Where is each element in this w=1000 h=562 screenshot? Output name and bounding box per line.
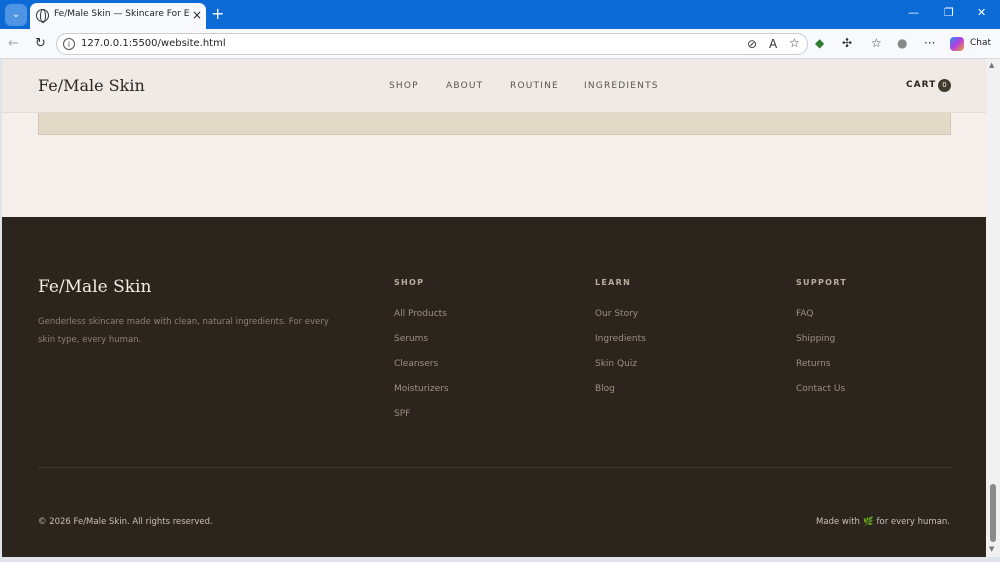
footer-logo[interactable]: Fe/Male Skin — [38, 277, 151, 297]
vertical-scrollbar[interactable]: ▲ ▼ — [986, 59, 1000, 557]
footer-heading-support: SUPPORT — [796, 278, 848, 287]
page-viewport: Fe/Male Skin SHOP ABOUT ROUTINE INGREDIE… — [2, 59, 986, 557]
cart-link[interactable]: CART — [906, 80, 936, 90]
site-footer: Fe/Male Skin Genderless skincare made wi… — [2, 217, 986, 557]
extension-icon[interactable]: ◆ — [815, 36, 824, 50]
copilot-chat-button[interactable]: Chat — [946, 34, 992, 54]
refresh-button[interactable]: ↻ — [35, 36, 46, 51]
scroll-down-arrow-icon[interactable]: ▼ — [989, 545, 994, 553]
site-logo[interactable]: Fe/Male Skin — [38, 76, 145, 95]
browser-titlebar: ⌄ Fe/Male Skin — Skincare For Every × + … — [0, 0, 1000, 29]
footer-link-shipping[interactable]: Shipping — [796, 334, 835, 344]
footer-link-serums[interactable]: Serums — [394, 334, 428, 344]
made-with-suffix: for every human. — [876, 517, 950, 527]
made-with-text: Made with 🌿 for every human. — [816, 517, 950, 527]
nav-link-routine[interactable]: ROUTINE — [510, 81, 559, 91]
back-button[interactable]: ← — [8, 36, 19, 51]
read-aloud-icon[interactable]: A — [769, 37, 777, 51]
globe-icon — [36, 9, 49, 23]
browser-tab[interactable]: Fe/Male Skin — Skincare For Every × — [30, 3, 206, 29]
footer-link-ingredients[interactable]: Ingredients — [595, 334, 646, 344]
chevron-down-icon: ⌄ — [11, 9, 21, 20]
footer-link-contact-us[interactable]: Contact Us — [796, 384, 845, 394]
scroll-up-arrow-icon[interactable]: ▲ — [989, 61, 994, 69]
footer-heading-shop: SHOP — [394, 278, 425, 287]
leaf-icon: 🌿 — [862, 517, 874, 527]
nav-link-about[interactable]: ABOUT — [446, 81, 483, 91]
section-strip — [38, 113, 951, 135]
footer-link-spf[interactable]: SPF — [394, 409, 410, 419]
footer-divider — [38, 467, 951, 468]
footer-link-faq[interactable]: FAQ — [796, 309, 813, 319]
made-with-prefix: Made with — [816, 517, 860, 527]
plus-icon: + — [211, 4, 225, 23]
footer-link-returns[interactable]: Returns — [796, 359, 831, 369]
cart-count-badge: 0 — [938, 79, 951, 92]
favorites-icon[interactable]: ☆ — [871, 36, 882, 50]
profile-avatar-icon[interactable]: ● — [897, 36, 907, 50]
nav-link-shop[interactable]: SHOP — [389, 81, 419, 91]
chat-label: Chat — [970, 38, 992, 48]
close-window-button[interactable]: ✕ — [977, 6, 986, 19]
tab-actions-menu-button[interactable]: ⌄ — [5, 4, 27, 26]
copyright-text: © 2026 Fe/Male Skin. All rights reserved… — [38, 517, 213, 527]
site-header: Fe/Male Skin SHOP ABOUT ROUTINE INGREDIE… — [2, 59, 986, 113]
new-tab-button[interactable]: + — [211, 5, 224, 23]
close-tab-icon[interactable]: × — [192, 8, 202, 22]
more-options-icon[interactable]: ··· — [924, 36, 935, 50]
scrollbar-thumb[interactable] — [990, 484, 996, 542]
window-bottom-edge — [0, 557, 1000, 562]
footer-link-cleansers[interactable]: Cleansers — [394, 359, 438, 369]
footer-tagline: Genderless skincare made with clean, nat… — [38, 317, 329, 345]
info-icon[interactable]: i — [63, 38, 75, 50]
footer-link-skin-quiz[interactable]: Skin Quiz — [595, 359, 637, 369]
tab-title: Fe/Male Skin — Skincare For Every — [54, 9, 190, 19]
browser-toolbar: ← ↻ i 127.0.0.1:5500/website.html ⊘ A ☆ … — [0, 29, 1000, 59]
minimize-button[interactable]: — — [908, 6, 919, 19]
favorite-star-icon[interactable]: ☆ — [789, 36, 800, 50]
footer-link-our-story[interactable]: Our Story — [595, 309, 638, 319]
extensions-puzzle-icon[interactable]: ✣ — [842, 36, 852, 50]
nav-link-ingredients[interactable]: INGREDIENTS — [584, 81, 659, 91]
footer-link-blog[interactable]: Blog — [595, 384, 615, 394]
address-bar[interactable]: i 127.0.0.1:5500/website.html ⊘ A ☆ — [56, 33, 808, 55]
footer-link-moisturizers[interactable]: Moisturizers — [394, 384, 449, 394]
url-text: 127.0.0.1:5500/website.html — [81, 38, 226, 49]
footer-link-all-products[interactable]: All Products — [394, 309, 447, 319]
translate-icon[interactable]: ⊘ — [747, 37, 757, 51]
footer-heading-learn: LEARN — [595, 278, 632, 287]
restore-button[interactable]: ❐ — [944, 6, 954, 19]
copilot-icon — [950, 37, 964, 51]
